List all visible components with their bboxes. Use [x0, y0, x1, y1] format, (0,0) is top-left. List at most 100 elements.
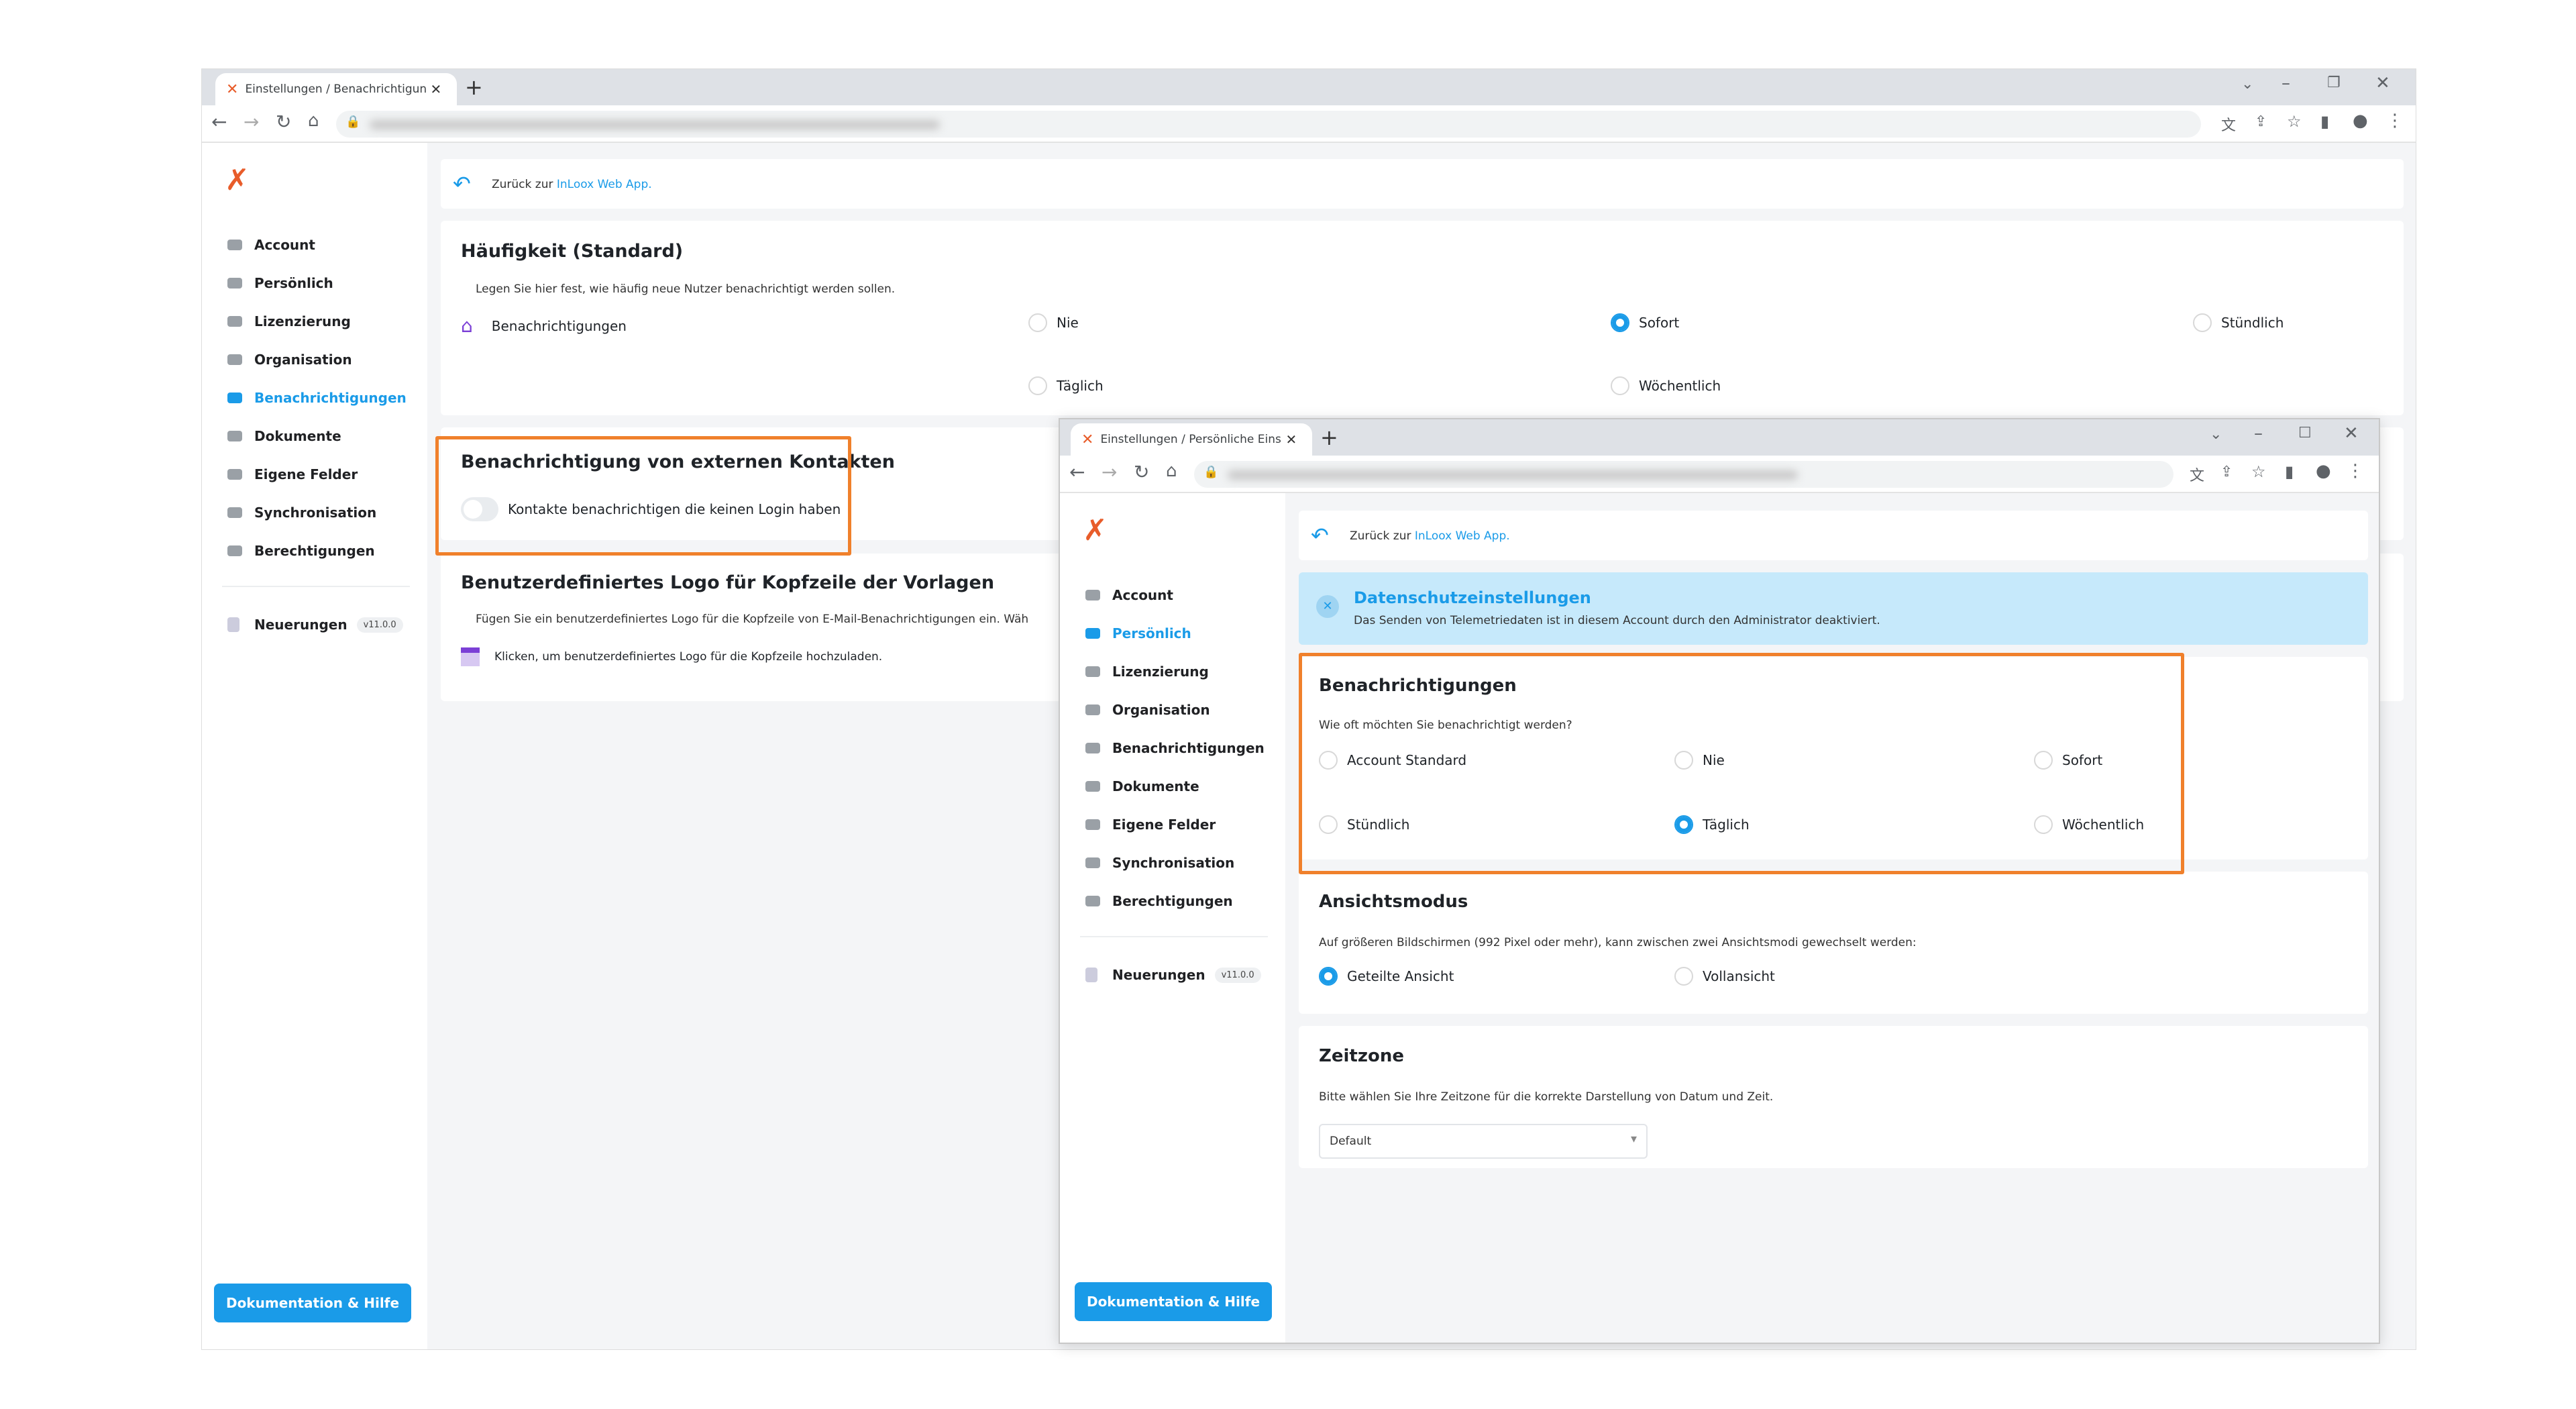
restore-icon[interactable]: ❐	[2327, 74, 2341, 91]
radio-button[interactable]	[1674, 751, 1693, 770]
sidebar-item-persoenlich[interactable]: Persönlich	[1085, 625, 1191, 641]
help-button[interactable]: Dokumentation & Hilfe	[1075, 1282, 1272, 1321]
radio-option[interactable]: Nie	[1674, 751, 1725, 770]
tab-search-icon[interactable]: ⌄	[2210, 426, 2222, 443]
sidebar-item-lizenzierung[interactable]: Lizenzierung	[1085, 664, 1209, 680]
back-icon[interactable]: ←	[1069, 461, 1085, 483]
menu-kebab-icon[interactable]: ⋮	[2386, 111, 2404, 131]
reload-icon[interactable]: ↻	[1134, 461, 1149, 483]
timezone-select[interactable]: Default ▾	[1319, 1124, 1648, 1159]
logo-upload[interactable]: Klicken, um benutzerdefiniertes Logo für…	[461, 647, 882, 666]
tab-close-icon[interactable]: ✕	[1285, 431, 1297, 448]
overlay-browser-tab[interactable]: ✕ Einstellungen / Persönliche Einstellun…	[1071, 423, 1312, 456]
bookmark-star-icon[interactable]: ☆	[2287, 112, 2302, 131]
sidebar-item-organisation[interactable]: Organisation	[227, 352, 352, 368]
radio-button[interactable]	[1674, 967, 1693, 986]
sidebar-item-account[interactable]: Account	[1085, 587, 1173, 603]
home-icon[interactable]: ⌂	[308, 111, 319, 131]
notification-bell-icon: ⌂	[461, 315, 473, 337]
back-arrow-icon[interactable]: ↶	[453, 171, 471, 197]
radio-button[interactable]	[1611, 313, 1629, 332]
reload-icon[interactable]: ↻	[276, 111, 291, 133]
forward-icon[interactable]: →	[244, 111, 259, 133]
radio-button[interactable]	[1674, 815, 1693, 834]
back-link[interactable]: Zurück zur InLoox Web App.	[492, 178, 652, 191]
profile-icon[interactable]: ●	[2353, 111, 2368, 131]
radio-option[interactable]: Sofort	[2034, 751, 2102, 770]
radio-option[interactable]: Stündlich	[1319, 815, 1409, 834]
radio-button[interactable]	[2193, 313, 2212, 332]
radio-option[interactable]: Wöchentlich	[2034, 815, 2144, 834]
profile-icon[interactable]: ●	[2316, 461, 2331, 481]
account-icon	[227, 240, 242, 250]
radio-option[interactable]: Wöchentlich	[1611, 376, 1721, 395]
back-icon[interactable]: ←	[211, 111, 227, 133]
back-link[interactable]: Zurück zur InLoox Web App.	[1350, 529, 1510, 543]
forward-icon[interactable]: →	[1102, 461, 1117, 483]
home-icon[interactable]: ⌂	[1166, 461, 1177, 481]
sidebar-item-dokumente[interactable]: Dokumente	[227, 428, 341, 444]
radio-button[interactable]	[1028, 376, 1047, 395]
menu-kebab-icon[interactable]: ⋮	[2347, 461, 2364, 481]
radio-button[interactable]	[1028, 313, 1047, 332]
radio-option[interactable]: Sofort	[1611, 313, 1679, 332]
sidebar-item-dokumente[interactable]: Dokumente	[1085, 778, 1199, 794]
back-card: ↶ Zurück zur InLoox Web App.	[441, 159, 2404, 209]
sidebar-item-label: Organisation	[254, 352, 352, 368]
sidebar-item-eigene-felder[interactable]: Eigene Felder	[1085, 817, 1216, 833]
radio-option[interactable]: Stündlich	[2193, 313, 2284, 332]
radio-button[interactable]	[2034, 751, 2053, 770]
external-toggle[interactable]	[461, 497, 498, 521]
radio-option[interactable]: Vollansicht	[1674, 967, 1775, 986]
maximize-icon[interactable]: ☐	[2298, 425, 2312, 441]
sidebar-item-lizenzierung[interactable]: Lizenzierung	[227, 313, 351, 329]
radio-button[interactable]	[1319, 815, 1338, 834]
sidebar-item-news[interactable]: Neuerungen v11.0.0	[227, 617, 403, 633]
minimize-icon[interactable]: –	[2282, 73, 2290, 93]
browser-tab[interactable]: ✕ Einstellungen / Benachrichtigungen ✕	[215, 73, 457, 105]
side-panel-icon[interactable]: ▮	[2320, 112, 2329, 131]
radio-button[interactable]	[1319, 751, 1338, 770]
radio-option[interactable]: Nie	[1028, 313, 1079, 332]
sidebar-item-organisation[interactable]: Organisation	[1085, 702, 1210, 718]
sidebar-item-benachrichtigungen[interactable]: Benachrichtigungen	[1085, 740, 1265, 756]
translate-icon[interactable]: 文	[2190, 464, 2204, 485]
back-arrow-icon[interactable]: ↶	[1311, 523, 1329, 548]
new-tab-icon[interactable]: +	[1320, 425, 1338, 450]
sidebar-item-eigene-felder[interactable]: Eigene Felder	[227, 466, 358, 482]
share-icon[interactable]: ⇪	[2220, 464, 2233, 480]
url-field[interactable]: 🔒	[336, 111, 2201, 138]
notifications-card: Benachrichtigungen Wie oft möchten Sie b…	[1299, 657, 2368, 859]
new-tab-icon[interactable]: +	[465, 74, 483, 100]
blurred-url	[370, 120, 940, 129]
tab-close-icon[interactable]: ✕	[430, 81, 441, 97]
sidebar-item-persoenlich[interactable]: Persönlich	[227, 275, 333, 291]
minimize-icon[interactable]: –	[2254, 423, 2263, 443]
url-field[interactable]: 🔒	[1194, 461, 2174, 488]
side-panel-icon[interactable]: ▮	[2285, 462, 2294, 481]
sidebar-item-label: Berechtigungen	[254, 543, 375, 559]
radio-option[interactable]: Account Standard	[1319, 751, 1466, 770]
translate-icon[interactable]: 文	[2221, 113, 2236, 135]
external-toggle-row[interactable]: Kontakte benachrichtigen die keinen Logi…	[461, 497, 841, 521]
tab-search-icon[interactable]: ⌄	[2241, 76, 2253, 93]
sidebar-item-news[interactable]: Neuerungen v11.0.0	[1085, 967, 1261, 983]
overlay-address-bar-row: ← → ↻ ⌂ 🔒 文 ⇪ ☆ ▮ ● ⋮	[1060, 456, 2379, 493]
radio-option[interactable]: Täglich	[1028, 376, 1104, 395]
sidebar-item-synchronisation[interactable]: Synchronisation	[227, 505, 376, 521]
radio-button[interactable]	[1319, 967, 1338, 986]
sidebar-item-account[interactable]: Account	[227, 237, 315, 253]
sidebar-item-synchronisation[interactable]: Synchronisation	[1085, 855, 1234, 871]
radio-button[interactable]	[2034, 815, 2053, 834]
radio-option[interactable]: Geteilte Ansicht	[1319, 967, 1454, 986]
sidebar-item-benachrichtigungen[interactable]: Benachrichtigungen	[227, 390, 407, 406]
radio-option[interactable]: Täglich	[1674, 815, 1750, 834]
close-window-icon[interactable]: ✕	[2375, 73, 2390, 93]
sidebar-item-berechtigungen[interactable]: Berechtigungen	[227, 543, 375, 559]
close-window-icon[interactable]: ✕	[2344, 423, 2359, 443]
sidebar-item-berechtigungen[interactable]: Berechtigungen	[1085, 893, 1233, 909]
bookmark-star-icon[interactable]: ☆	[2251, 462, 2266, 481]
help-button[interactable]: Dokumentation & Hilfe	[214, 1284, 411, 1322]
share-icon[interactable]: ⇪	[2255, 113, 2267, 130]
radio-button[interactable]	[1611, 376, 1629, 395]
